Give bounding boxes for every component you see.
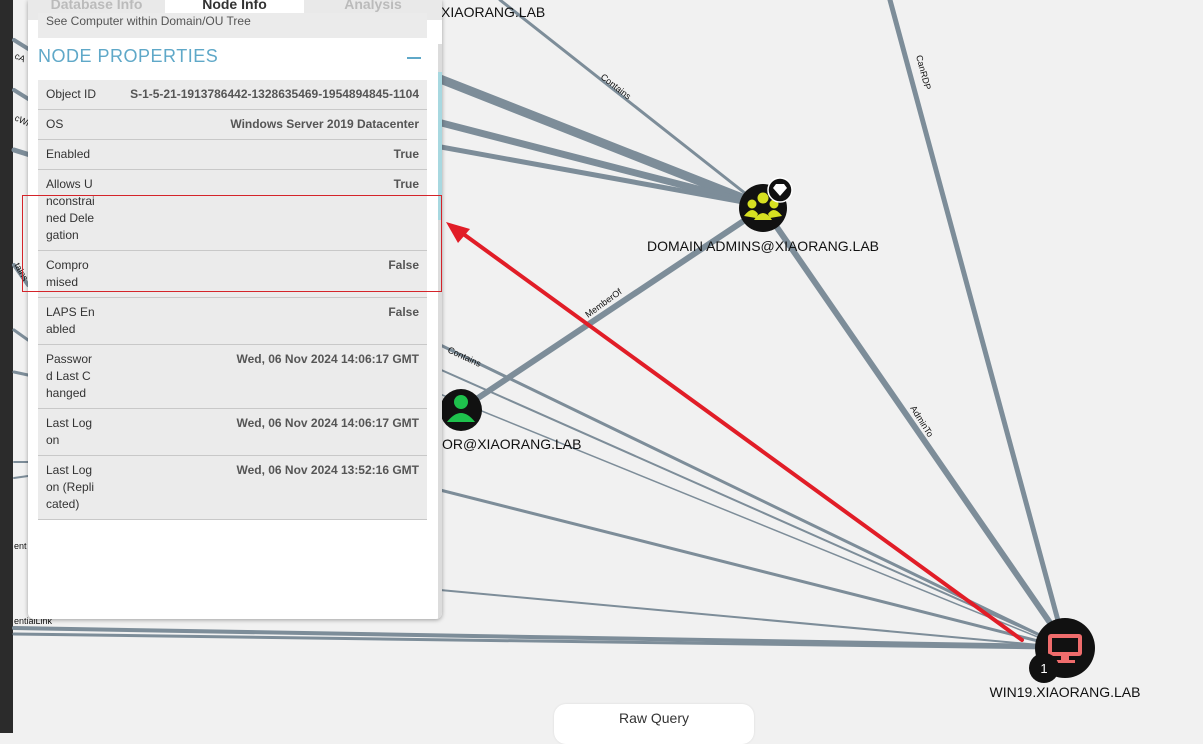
property-row: OS Windows Server 2019 Datacenter — [38, 110, 427, 140]
domain-admins-label: DOMAIN ADMINS@XIAORANG.LAB — [647, 238, 879, 254]
edge-left-5[interactable] — [12, 328, 30, 342]
node-properties-title: NODE PROPERTIES — [38, 46, 219, 66]
property-key: Compromised — [46, 258, 89, 289]
scrollbar-thumb[interactable] — [438, 72, 442, 220]
edge-left-8[interactable] — [13, 475, 29, 479]
see-within-domain-tree-text: See Computer within Domain/OU Tree — [46, 14, 251, 28]
property-key: LAPS Enabled — [46, 305, 95, 336]
edge-label-contains-top: Contains — [599, 72, 634, 102]
edge-label-left-1: cA — [13, 51, 27, 65]
property-value: Wed, 06 Nov 2024 14:06:17 GMT — [236, 352, 419, 366]
properties-table: Object ID S-1-5-21-1913786442-1328635469-… — [38, 80, 427, 520]
edge-label-canrdp: CanRDP — [914, 54, 933, 91]
edge-group-1[interactable] — [425, 70, 765, 210]
property-key: Enabled — [46, 147, 91, 161]
edge-mid-3[interactable] — [429, 389, 1051, 643]
property-row: LAPS Enabled False — [38, 298, 427, 345]
property-value: True — [393, 177, 419, 191]
win19-label: WIN19.XIAORANG.LAB — [990, 684, 1141, 700]
property-key: Password Last Changed — [46, 352, 93, 400]
property-row: Compromised False — [38, 251, 427, 298]
raw-query-button[interactable]: Raw Query — [554, 704, 754, 744]
edge-label-contains-mid: Contains — [446, 345, 483, 369]
property-row: Allows Unconstrained Delegation True — [38, 170, 427, 251]
raw-query-label: Raw Query — [618, 710, 690, 726]
edge-adminto[interactable] — [762, 207, 1058, 633]
property-value: Wed, 06 Nov 2024 13:52:16 GMT — [236, 463, 419, 477]
node-count-badge-text: 1 — [1040, 661, 1047, 676]
edge-label-left-4: ent — [14, 541, 27, 551]
property-value: True — [393, 147, 419, 161]
property-row: Enabled True — [38, 140, 427, 170]
property-value: Wed, 06 Nov 2024 14:06:17 GMT — [236, 416, 419, 430]
property-key: Last Logon — [46, 416, 93, 447]
property-key: Object ID — [46, 87, 97, 101]
node-properties-header[interactable]: NODE PROPERTIES — [38, 46, 427, 70]
administrator-node[interactable] — [440, 389, 482, 431]
property-value: False — [388, 258, 419, 272]
property-row: Password Last Changed Wed, 06 Nov 2024 14… — [38, 345, 427, 409]
property-value: False — [388, 305, 419, 319]
annotation-arrowhead — [446, 222, 470, 243]
property-key: Last Logon (Replicated) — [46, 463, 95, 511]
edge-mid-2[interactable] — [429, 364, 1051, 641]
node-info-panel: Database Info Node Info Analysis See Com… — [28, 0, 442, 619]
see-within-domain-tree-row[interactable]: See Computer within Domain/OU Tree — [38, 13, 427, 38]
property-row: Object ID S-1-5-21-1913786442-1328635469-… — [38, 80, 427, 110]
collapse-icon[interactable] — [407, 47, 423, 67]
edge-group-2[interactable] — [426, 116, 764, 209]
property-value: Windows Server 2019 Datacenter — [230, 117, 419, 131]
administrator-label: OR@XIAORANG.LAB — [442, 436, 581, 452]
edge-mid-4[interactable] — [438, 488, 1052, 646]
edge-group-3[interactable] — [427, 142, 763, 208]
domain-admins-node[interactable] — [739, 177, 793, 232]
win19-node[interactable]: 1 — [1029, 618, 1095, 683]
property-row: Last Logon (Replicated) Wed, 06 Nov 2024 … — [38, 456, 427, 520]
top-domain-label: XIAORANG.LAB — [441, 4, 545, 20]
property-row: Last Logon Wed, 06 Nov 2024 14:06:17 GMT — [38, 409, 427, 456]
edge-canrdp[interactable] — [887, 0, 1063, 631]
property-key: Allows Unconstrained Delegation — [46, 177, 95, 242]
edge-left-6[interactable] — [12, 370, 30, 377]
property-key: OS — [46, 117, 64, 131]
property-value: S-1-5-21-1913786442-1328635469-195489484… — [130, 87, 419, 101]
